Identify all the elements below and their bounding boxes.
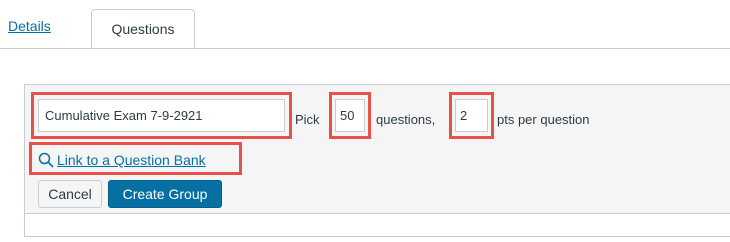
cancel-button[interactable]: Cancel — [38, 180, 102, 208]
create-group-button[interactable]: Create Group — [108, 180, 222, 208]
tab-bar: Details Questions — [0, 0, 730, 49]
points-label: pts per question — [497, 112, 590, 127]
questions-label: questions, — [376, 112, 436, 127]
points-input[interactable] — [455, 99, 488, 132]
tab-questions[interactable]: Questions — [91, 9, 195, 49]
pick-label: Pick — [295, 112, 320, 127]
tab-details[interactable]: Details — [8, 18, 51, 34]
link-question-bank[interactable]: Link to a Question Bank — [38, 148, 206, 172]
link-question-bank-label: Link to a Question Bank — [57, 152, 206, 168]
pick-count-input[interactable] — [335, 99, 365, 132]
search-icon — [38, 152, 54, 168]
tab-divider — [0, 48, 730, 49]
question-group-footer — [24, 213, 730, 237]
group-name-input[interactable] — [38, 99, 285, 132]
